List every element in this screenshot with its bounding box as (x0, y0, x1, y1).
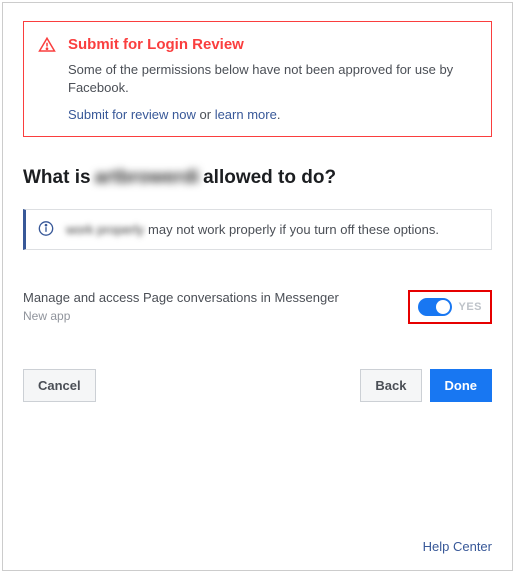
or-text: or (196, 107, 215, 122)
page-title: What is artbrowerdi allowed to do? (23, 167, 492, 189)
heading-suffix: allowed to do? (203, 167, 336, 189)
alert-description: Some of the permissions below have not b… (68, 61, 475, 97)
toggle-state-label: YES (458, 301, 482, 313)
toggle-knob (436, 300, 450, 314)
toggle-highlight-box: YES (408, 290, 492, 324)
submit-review-link[interactable]: Submit for review now (68, 107, 196, 122)
button-group-right: Back Done (360, 369, 492, 402)
alert-title: Submit for Login Review (68, 36, 475, 53)
dialog-container: Submit for Login Review Some of the perm… (2, 2, 513, 571)
info-blurred: work properly (66, 222, 144, 237)
permission-sublabel: New app (23, 309, 339, 323)
permission-text-group: Manage and access Page conversations in … (23, 290, 339, 323)
app-name-blurred: artbrowerdi (95, 167, 200, 189)
info-icon (38, 220, 54, 239)
info-banner: work properly may not work properly if y… (23, 209, 492, 250)
help-center-link[interactable]: Help Center (423, 539, 492, 554)
back-button[interactable]: Back (360, 369, 421, 402)
learn-more-link[interactable]: learn more (215, 107, 277, 122)
permission-toggle[interactable] (418, 298, 452, 316)
period: . (277, 107, 281, 122)
permission-label: Manage and access Page conversations in … (23, 290, 339, 305)
login-review-alert: Submit for Login Review Some of the perm… (23, 21, 492, 137)
permission-row: Manage and access Page conversations in … (23, 290, 492, 324)
alert-links: Submit for review now or learn more. (68, 107, 475, 122)
cancel-button[interactable]: Cancel (23, 369, 96, 402)
warning-icon (38, 36, 56, 54)
heading-prefix: What is (23, 167, 91, 189)
info-text: may not work properly if you turn off th… (148, 222, 439, 237)
done-button[interactable]: Done (430, 369, 493, 402)
button-row: Cancel Back Done (23, 369, 492, 402)
